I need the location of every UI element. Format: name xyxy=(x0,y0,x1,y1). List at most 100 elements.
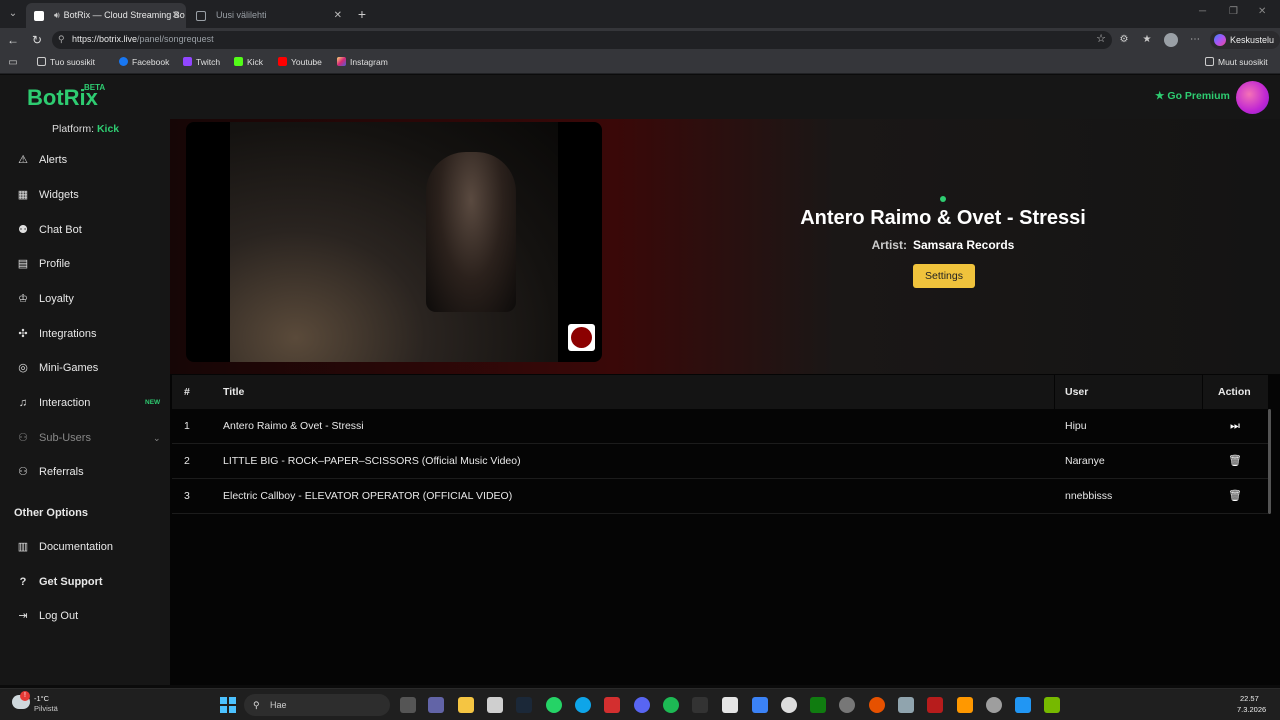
edge-icon[interactable] xyxy=(575,697,591,713)
bookmark-import[interactable]: Tuo suosikit xyxy=(37,57,95,67)
nvidia-icon[interactable] xyxy=(1044,697,1060,713)
task-view-icon[interactable] xyxy=(400,697,416,713)
more-menu-icon[interactable]: ⋯ xyxy=(1188,33,1202,47)
spotify-icon[interactable] xyxy=(663,697,679,713)
clock-date[interactable]: 7.3.2026 xyxy=(1237,705,1266,714)
settings-button[interactable]: Settings xyxy=(913,264,975,288)
skip-icon[interactable]: ⏭ xyxy=(1228,419,1242,433)
weather-temperature[interactable]: -1°C xyxy=(34,694,49,703)
trash-icon[interactable]: 🗑︎ xyxy=(1228,489,1242,503)
sidebar-item-chat-bot[interactable]: ⚉ Chat Bot xyxy=(16,219,166,241)
new-badge: NEW xyxy=(145,399,161,406)
teams-icon[interactable] xyxy=(428,697,444,713)
store-icon[interactable] xyxy=(487,697,503,713)
row-title: Antero Raimo & Ovet - Stressi xyxy=(223,420,364,432)
table-row: 3 Electric Callboy - ELEVATOR OPERATOR (… xyxy=(172,479,1268,514)
close-window-icon[interactable]: ✕ xyxy=(1258,6,1266,17)
sidebar-item-get-support[interactable]: ? Get Support xyxy=(16,571,166,593)
xbox-icon[interactable] xyxy=(810,697,826,713)
windows-start-icon[interactable] xyxy=(220,697,236,713)
sidebar-item-documentation[interactable]: ▥ Documentation xyxy=(16,536,166,558)
speaker-icon[interactable]: 🔊︎ xyxy=(54,10,60,20)
table-row: 1 Antero Raimo & Ovet - Stressi Hipu ⏭ xyxy=(172,409,1268,444)
now-playing-section: Antero Raimo & Ovet - Stressi Artist: Sam… xyxy=(170,119,1280,374)
app-blue-icon[interactable] xyxy=(1015,697,1031,713)
discord-icon[interactable] xyxy=(634,697,650,713)
app-header: BotRix BETA ★ Go Premium xyxy=(0,75,1280,119)
bookmark-facebook[interactable]: Facebook xyxy=(119,57,169,67)
go-premium-button[interactable]: ★ Go Premium xyxy=(1155,90,1230,102)
sidebar-item-profile[interactable]: ▤ Profile xyxy=(16,253,166,275)
back-icon[interactable]: ← xyxy=(5,32,21,48)
site-info-icon[interactable]: ⚲ xyxy=(58,34,65,45)
table-row: 2 LITTLE BIG - ROCK–PAPER–SCISSORS (Offi… xyxy=(172,444,1268,479)
tab-botrix[interactable]: 🔊︎ BotRix — Cloud Streaming Bo ✕ xyxy=(26,3,186,28)
steam-icon[interactable] xyxy=(516,697,532,713)
column-action: Action xyxy=(1218,386,1251,398)
document-icon[interactable] xyxy=(722,697,738,713)
now-playing-artist: Artist: Samsara Records xyxy=(871,238,1015,252)
vlc-icon[interactable] xyxy=(957,697,973,713)
sidebar-item-integrations[interactable]: ✣ Integrations xyxy=(16,323,166,345)
import-icon xyxy=(37,57,46,66)
address-bar-row: ← ↻ ⚲ https://botrix.live/panel/songrequ… xyxy=(0,28,1280,52)
extensions-icon[interactable]: ⚙ xyxy=(1117,33,1131,47)
row-title: Electric Callboy - ELEVATOR OPERATOR (OF… xyxy=(223,490,513,502)
sidebar-item-mini-games[interactable]: ◎ Mini-Games xyxy=(16,357,166,379)
sidebar-item-alerts[interactable]: ⚠ Alerts xyxy=(16,149,166,171)
mail-icon[interactable] xyxy=(752,697,768,713)
minimize-icon[interactable]: ─ xyxy=(1199,6,1206,17)
bookmark-instagram[interactable]: Instagram xyxy=(337,57,388,67)
botrix-app: BotRix BETA ★ Go Premium Platform: Kick ⚠… xyxy=(0,75,1280,685)
video-player[interactable] xyxy=(186,122,602,362)
trash-icon[interactable]: 🗑︎ xyxy=(1228,454,1242,468)
whatsapp-icon[interactable] xyxy=(546,697,562,713)
taskbar-search[interactable]: ⚲ Hae xyxy=(244,694,390,716)
copilot-icon xyxy=(1214,34,1226,46)
bookmark-kick[interactable]: Kick xyxy=(234,57,263,67)
favorite-star-icon[interactable]: ☆ xyxy=(1096,32,1106,45)
sidebar-item-loyalty[interactable]: ♔ Loyalty xyxy=(16,288,166,310)
column-title: Title xyxy=(223,386,245,398)
video-figure xyxy=(426,152,516,312)
weather-description[interactable]: Pilvistä xyxy=(34,704,58,713)
sidebar-item-sub-users[interactable]: ⚇ Sub-Users ⌄ xyxy=(16,427,166,449)
app-l-icon[interactable] xyxy=(604,697,620,713)
url-field[interactable]: ⚲ https://botrix.live/panel/songrequest … xyxy=(52,31,1112,49)
reload-icon[interactable]: ↻ xyxy=(29,32,45,48)
id-card-icon: ▤ xyxy=(17,258,29,270)
favorites-icon[interactable]: ★ xyxy=(1140,33,1154,47)
sidebar: Platform: Kick ⚠ Alerts ▦ Widgets ⚉ Chat… xyxy=(0,119,170,685)
bookmark-twitch[interactable]: Twitch xyxy=(183,57,220,67)
app-orange-icon[interactable] xyxy=(869,697,885,713)
bookmark-youtube[interactable]: Youtube xyxy=(278,57,322,67)
scrollbar[interactable] xyxy=(1268,409,1271,514)
puzzle-icon: ✣ xyxy=(18,328,28,340)
sidebar-item-referrals[interactable]: ⚇ Referrals xyxy=(16,461,166,483)
sidebar-item-log-out[interactable]: ⇥ Log Out xyxy=(16,605,166,627)
avatar[interactable] xyxy=(1236,81,1269,114)
clock-time[interactable]: 22.57 xyxy=(1240,694,1259,703)
tab-title: BotRix — Cloud Streaming Bo xyxy=(63,10,185,20)
profile-icon[interactable] xyxy=(1164,33,1178,47)
restore-icon[interactable]: ❐ xyxy=(1229,6,1238,17)
close-tab-icon[interactable]: ✕ xyxy=(334,3,342,28)
app-g-icon[interactable] xyxy=(692,697,708,713)
tab-new[interactable]: Uusi välilehti ✕ xyxy=(188,3,348,28)
file-explorer-icon[interactable] xyxy=(458,697,474,713)
sidebar-toggle-icon[interactable]: ▭ xyxy=(6,56,20,70)
app-red-icon[interactable] xyxy=(927,697,943,713)
sidebar-item-widgets[interactable]: ▦ Widgets xyxy=(16,184,166,206)
bookmark-other-folder[interactable]: Muut suosikit xyxy=(1205,57,1268,67)
tab-actions-menu-icon[interactable]: ⌄ xyxy=(4,5,22,23)
question-icon: ? xyxy=(19,576,27,588)
close-tab-icon[interactable]: ✕ xyxy=(172,3,180,28)
copilot-button[interactable]: Keskustelu xyxy=(1210,31,1280,49)
app-gear-icon[interactable] xyxy=(898,697,914,713)
new-tab-button[interactable]: + xyxy=(352,3,372,25)
settings-gear-icon[interactable] xyxy=(781,697,797,713)
app-alert-icon[interactable] xyxy=(986,697,1002,713)
sidebar-item-interaction[interactable]: ♫ Interaction NEW xyxy=(16,392,166,414)
row-number: 2 xyxy=(184,455,190,467)
obs-icon[interactable] xyxy=(839,697,855,713)
